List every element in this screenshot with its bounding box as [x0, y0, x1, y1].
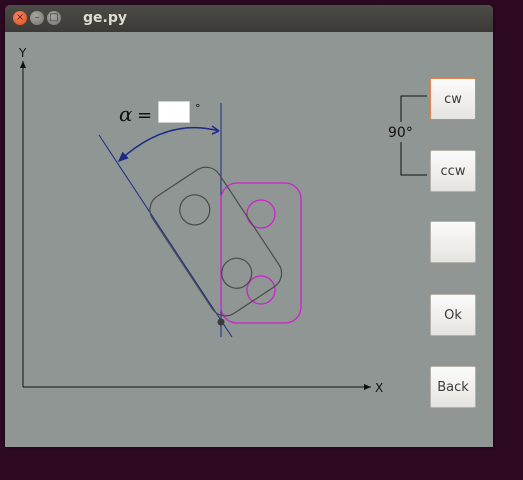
equals-sign: = — [137, 105, 152, 126]
minimize-icon[interactable]: – — [30, 11, 44, 25]
blank-button[interactable] — [430, 221, 476, 263]
app-window: × – □ ge.py Y X α = ° 90° cw ccw Ok Back — [5, 5, 493, 447]
drawing-canvas: Y X α = ° 90° — [18, 46, 427, 395]
back-button[interactable]: Back — [430, 366, 476, 408]
original-hole-bottom — [246, 275, 276, 305]
drawing-area: Y X α = ° 90° cw ccw Ok Back — [7, 33, 491, 445]
maximize-icon[interactable]: □ — [47, 11, 61, 25]
window-title: ge.py — [83, 10, 127, 26]
degree-symbol: ° — [195, 102, 201, 115]
close-icon[interactable]: × — [13, 11, 27, 25]
rotated-shape — [149, 166, 283, 317]
original-hole-top — [246, 199, 276, 229]
rotated-reference-line — [98, 134, 233, 338]
alpha-symbol: α — [119, 102, 133, 126]
x-axis-label: X — [375, 381, 383, 395]
rotation-90-label: 90° — [388, 125, 413, 141]
cw-button[interactable]: cw — [430, 78, 476, 120]
angle-input[interactable] — [158, 101, 190, 123]
pivot-point — [217, 318, 225, 326]
titlebar: × – □ ge.py — [5, 5, 493, 32]
y-axis-label: Y — [18, 46, 27, 60]
ok-button[interactable]: Ok — [430, 294, 476, 336]
original-shape — [220, 182, 302, 324]
rotation-arc — [117, 126, 220, 163]
ccw-button[interactable]: ccw — [430, 150, 476, 192]
